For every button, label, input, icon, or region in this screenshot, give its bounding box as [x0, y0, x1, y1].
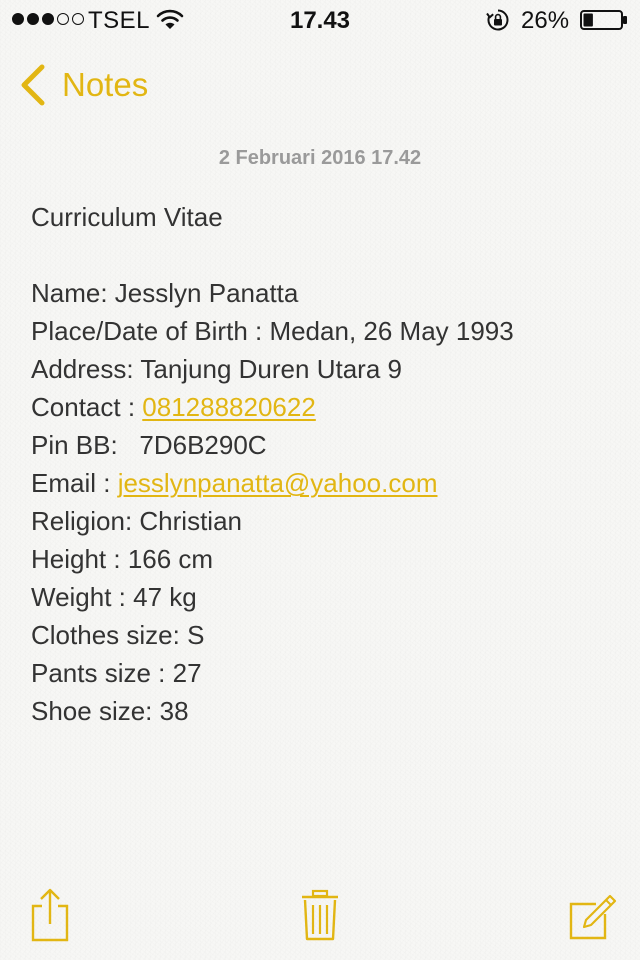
note-title: Curriculum Vitae	[31, 202, 223, 232]
battery-percent: 26%	[521, 7, 570, 34]
back-to-notes-button[interactable]: Notes	[18, 62, 148, 108]
contact-label: Contact :	[31, 392, 143, 422]
email-label: Email :	[31, 468, 118, 498]
weight-line: Weight : 47 kg	[31, 582, 197, 612]
religion-line: Religion: Christian	[31, 506, 242, 536]
share-icon	[31, 888, 69, 942]
note-body[interactable]: Curriculum Vitae Name: Jesslyn Panatta P…	[31, 198, 621, 730]
contact-line: Contact : 081288820622	[31, 388, 621, 426]
status-bar: TSEL 17.43 26%	[0, 0, 640, 40]
battery-icon	[580, 10, 627, 30]
email-link[interactable]: jesslynpanatta@yahoo.com	[118, 468, 438, 498]
back-label: Notes	[62, 66, 149, 103]
address-line: Address: Tanjung Duren Utara 9	[31, 354, 402, 384]
delete-note-button[interactable]	[298, 886, 342, 944]
pin-bb-line: Pin BB: 7D6B290C	[31, 430, 267, 460]
birth-line: Place/Date of Birth : Medan, 26 May 1993	[31, 316, 514, 346]
email-line: Email : jesslynpanatta@yahoo.com	[31, 464, 621, 502]
name-line: Name: Jesslyn Panatta	[31, 278, 299, 308]
note-date: 2 Februari 2016 17.42	[218, 147, 422, 169]
clothes-size-line: Clothes size: S	[31, 620, 205, 650]
trash-icon	[302, 889, 338, 941]
orientation-lock-icon	[486, 9, 509, 31]
compose-icon	[569, 894, 617, 940]
share-button[interactable]	[28, 886, 72, 944]
shoe-size-line: Shoe size: 38	[31, 696, 189, 726]
chevron-left-icon	[21, 64, 45, 106]
height-line: Height : 166 cm	[31, 544, 214, 574]
pants-size-line: Pants size : 27	[31, 658, 202, 688]
phone-link[interactable]: 081288820622	[142, 392, 316, 422]
compose-button[interactable]	[568, 886, 617, 944]
